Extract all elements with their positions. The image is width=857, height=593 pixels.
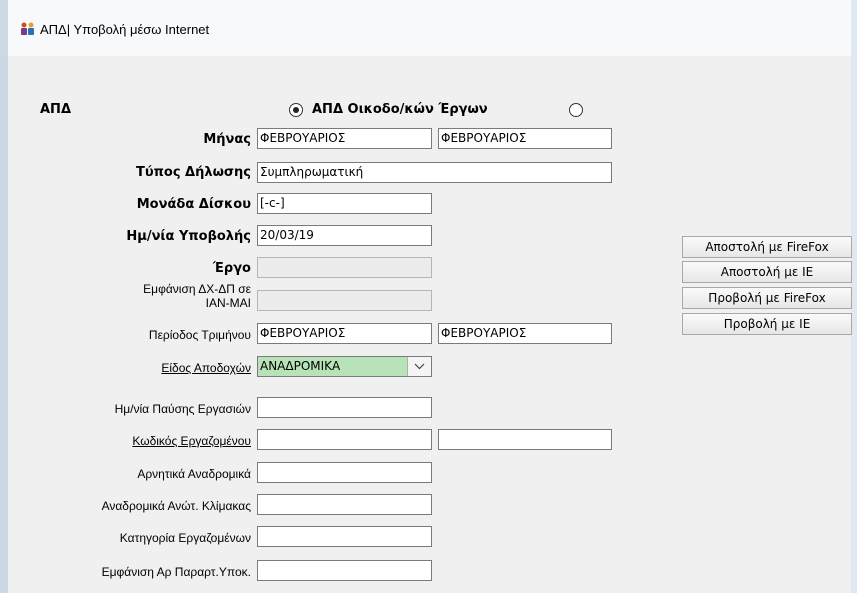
negative-retro-field[interactable] xyxy=(257,462,432,483)
project-label: Έργο xyxy=(212,261,251,276)
disk-unit-label: Μονάδα Δίσκου xyxy=(136,197,251,212)
employee-code-label[interactable]: Κωδικός Εργαζομένου xyxy=(132,434,251,448)
month-to-field[interactable]: ΦΕΒΡΟΥΑΡΙΟΣ xyxy=(438,128,612,149)
employee-code-from-field[interactable] xyxy=(257,429,432,450)
negative-retro-label: Αρνητικά Αναδρομικά xyxy=(137,467,251,481)
users-icon xyxy=(21,22,34,35)
earnings-type-select[interactable]: ΑΝΑΔΡΟΜΙΚΑ xyxy=(257,356,432,377)
project-field xyxy=(257,257,432,278)
declaration-type-label: Τύπος Δήλωσης xyxy=(135,165,251,180)
earnings-type-dropdown-button[interactable] xyxy=(407,357,431,376)
retro-higher-scale-label: Αναδρομικά Ανώτ. Κλίμακας xyxy=(101,499,251,513)
earnings-type-value: ΑΝΑΔΡΟΜΙΚΑ xyxy=(260,359,341,373)
work-stop-date-label: Ημ/νία Παύσης Εργασιών xyxy=(114,402,251,416)
send-firefox-button[interactable]: Αποστολή με FireFox xyxy=(682,236,852,258)
window-title: ΑΠΔ| Υποβολή μέσω Internet xyxy=(40,22,210,37)
quarter-period-from-field[interactable]: ΦΕΒΡΟΥΑΡΙΟΣ xyxy=(257,323,432,344)
radio-apd-label: ΑΠΔ Οικοδο/κών Έργων xyxy=(312,102,488,117)
quarter-period-label: Περίοδος Τριμήνου xyxy=(148,328,251,342)
radio-apd[interactable] xyxy=(289,103,303,117)
radio-apd-construction[interactable] xyxy=(569,103,583,117)
disk-unit-field[interactable]: [-c-] xyxy=(257,193,432,214)
quarter-period-to-field[interactable]: ΦΕΒΡΟΥΑΡΙΟΣ xyxy=(438,323,612,344)
show-dxdp-label-line2: ΙΑΝ-ΜΑΙ xyxy=(205,296,251,310)
retro-higher-scale-field[interactable] xyxy=(257,494,432,515)
month-from-field[interactable]: ΦΕΒΡΟΥΑΡΙΟΣ xyxy=(257,128,432,149)
declaration-type-field[interactable]: Συμπληρωματική xyxy=(257,162,612,183)
show-annex-number-field[interactable] xyxy=(257,560,432,581)
earnings-type-label[interactable]: Είδος Αποδοχών xyxy=(161,361,251,375)
work-stop-date-field[interactable] xyxy=(257,397,432,418)
view-firefox-button[interactable]: Προβολή με FireFox xyxy=(682,287,852,309)
employee-code-to-field[interactable] xyxy=(438,429,612,450)
submission-date-field[interactable]: 20/03/19 xyxy=(257,225,432,246)
show-dxdp-label-line1: Εμφάνιση ΔΧ-ΔΠ σε xyxy=(143,282,251,296)
view-ie-button[interactable]: Προβολή με IE xyxy=(682,313,852,335)
chevron-down-icon xyxy=(414,363,425,370)
title-bar: ΑΠΔ| Υποβολή μέσω Internet xyxy=(0,0,857,56)
employee-category-label: Κατηγορία Εργαζομένων xyxy=(119,531,251,545)
left-border xyxy=(0,56,8,593)
month-label: Μήνας xyxy=(203,132,251,147)
show-dxdp-field xyxy=(257,290,432,311)
show-annex-number-label: Εμφάνιση Αρ Παραρτ.Υποκ. xyxy=(101,565,251,579)
title-accent xyxy=(0,0,8,56)
send-ie-button[interactable]: Αποστολή με IE xyxy=(682,261,852,283)
employee-category-field[interactable] xyxy=(257,526,432,547)
apd-label: ΑΠΔ xyxy=(40,102,72,117)
submission-date-label: Ημ/νία Υποβολής xyxy=(126,229,251,244)
